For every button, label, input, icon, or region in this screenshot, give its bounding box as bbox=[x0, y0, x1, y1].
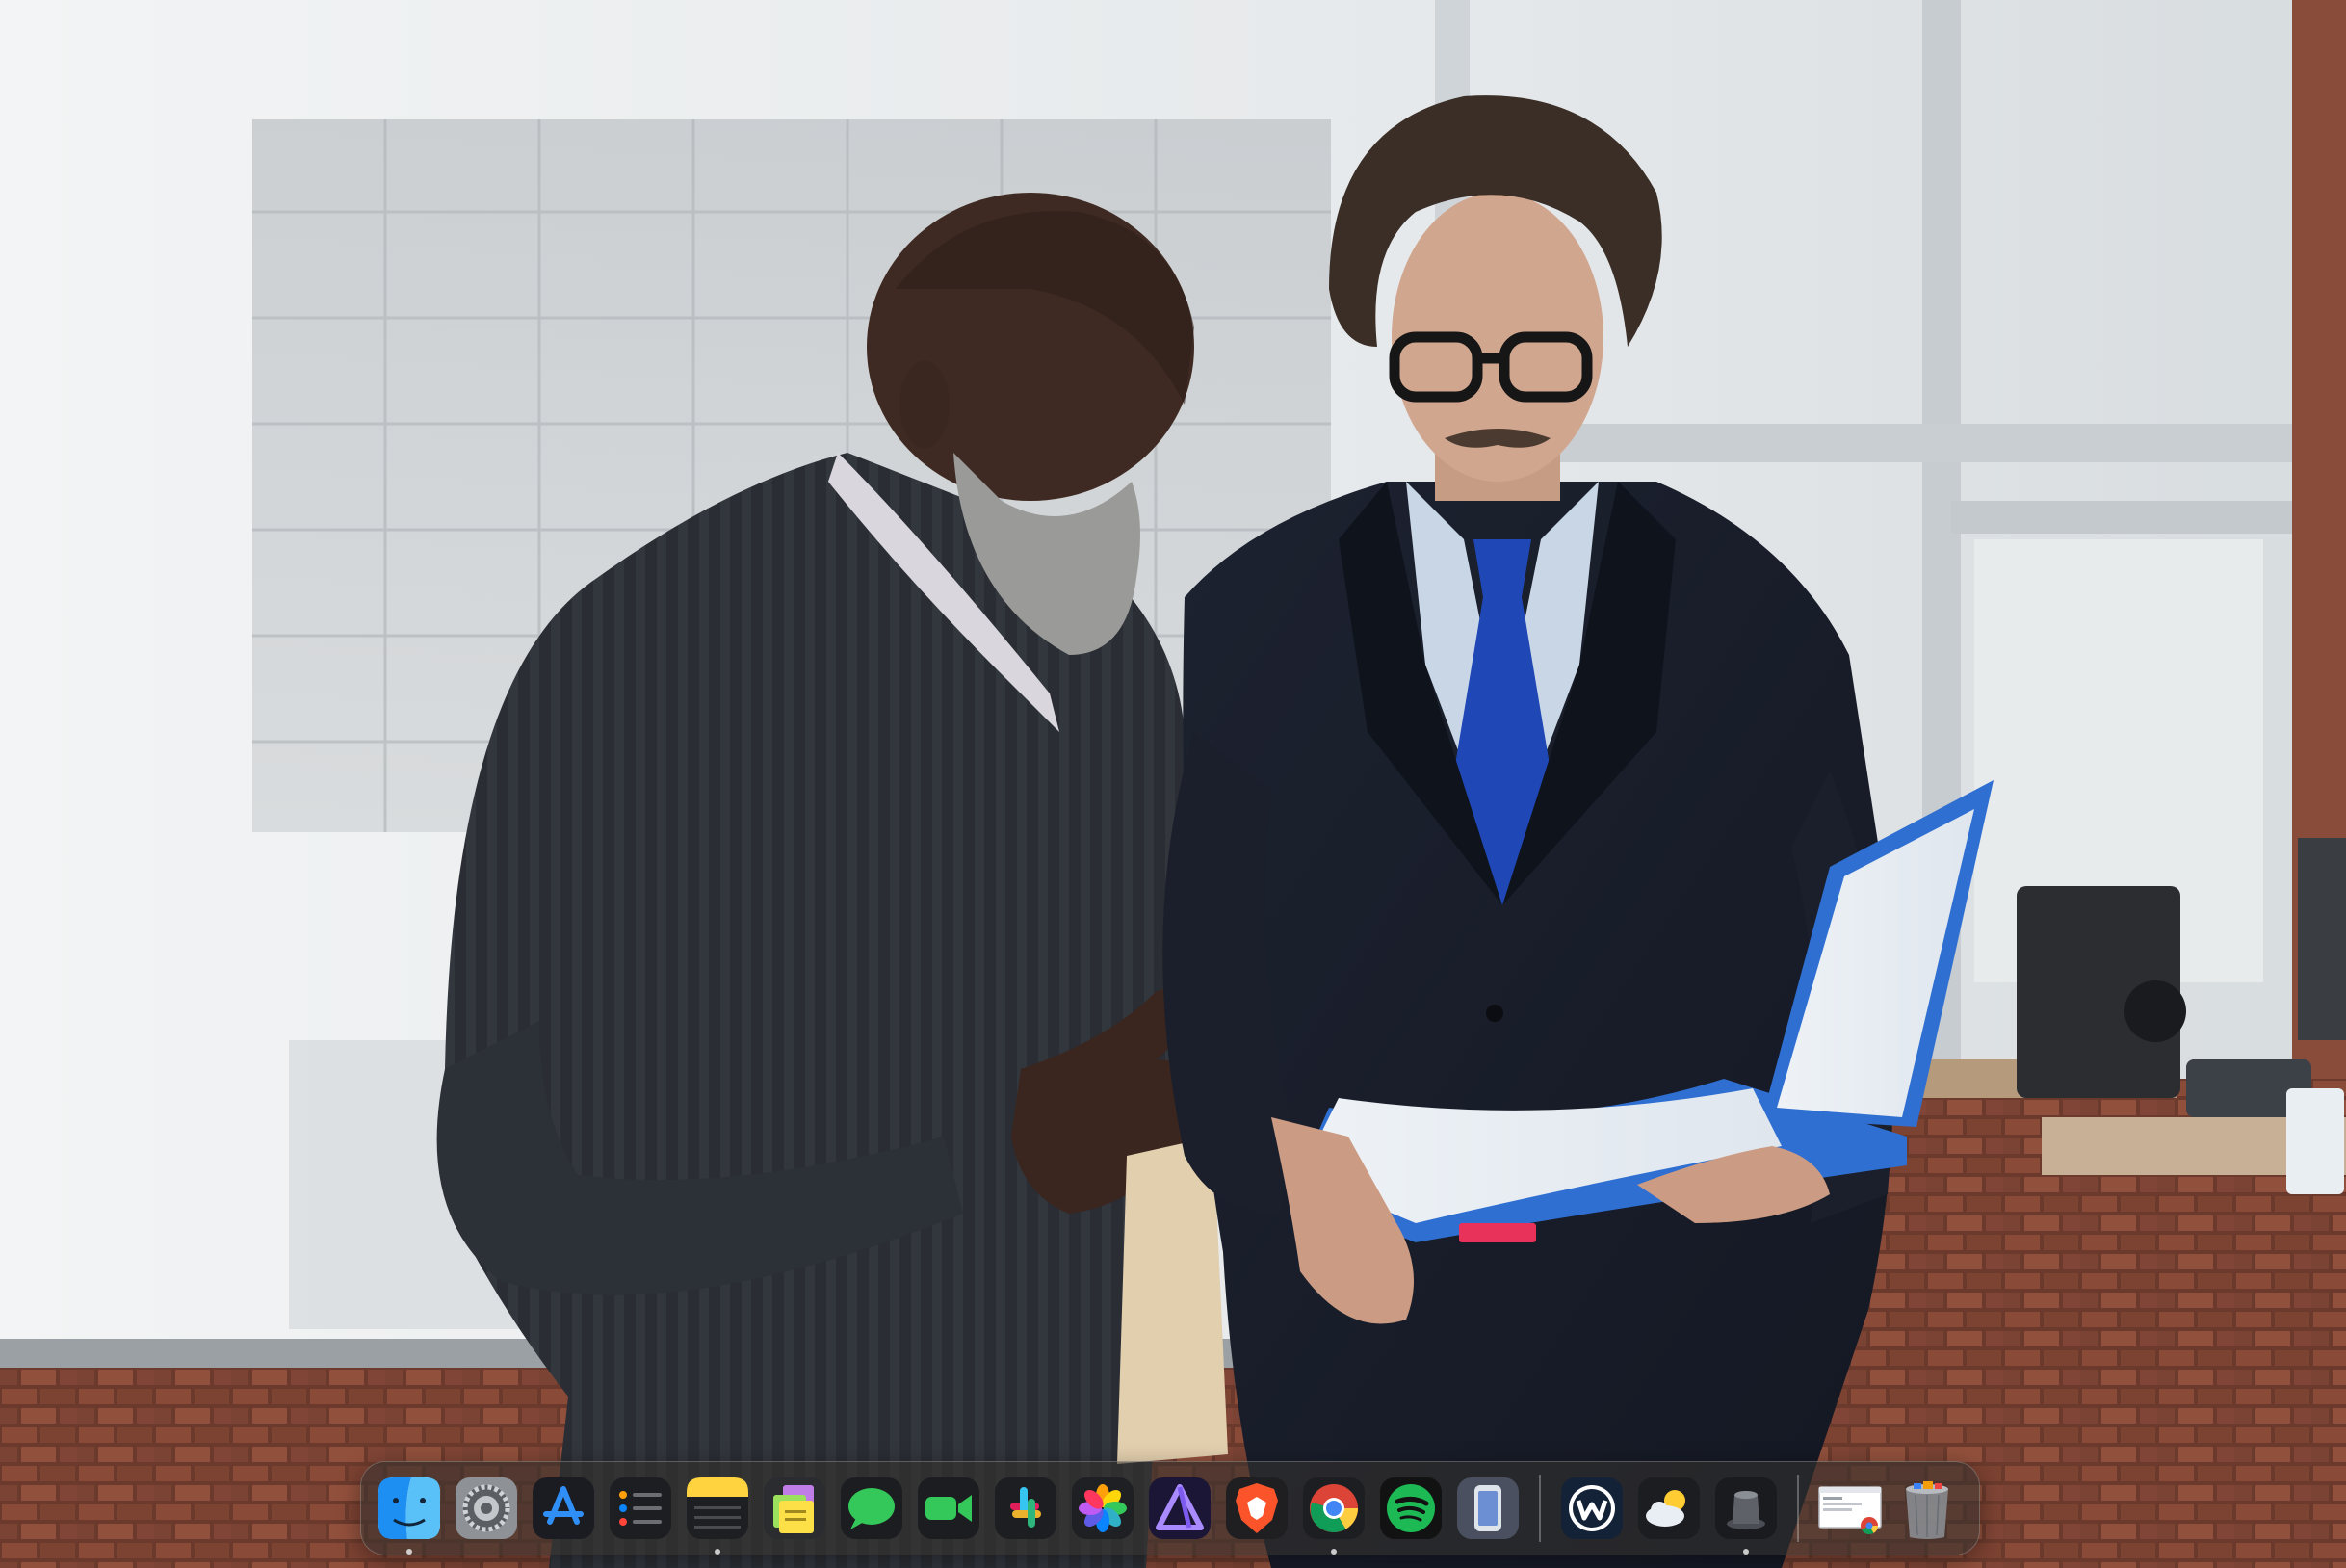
stickies-icon[interactable] bbox=[760, 1474, 829, 1543]
photos-icon[interactable] bbox=[1068, 1474, 1137, 1543]
notes-icon[interactable] bbox=[683, 1474, 752, 1555]
running-indicator bbox=[715, 1549, 720, 1555]
chrome-icon[interactable] bbox=[1299, 1474, 1368, 1555]
dock-separator bbox=[1539, 1475, 1541, 1542]
desktop-wallpaper bbox=[0, 0, 2346, 1568]
running-indicator bbox=[1331, 1549, 1337, 1555]
weather-icon[interactable] bbox=[1634, 1474, 1704, 1543]
finder-app-icon[interactable] bbox=[375, 1474, 444, 1555]
running-indicator bbox=[406, 1549, 412, 1555]
running-indicator bbox=[1743, 1549, 1749, 1555]
system-settings-icon[interactable] bbox=[452, 1474, 521, 1543]
facetime-icon[interactable] bbox=[914, 1474, 983, 1543]
trash-icon[interactable] bbox=[1892, 1474, 1962, 1543]
alfred-hat-icon[interactable] bbox=[1711, 1474, 1781, 1555]
dock bbox=[360, 1461, 1980, 1555]
desktop bbox=[0, 0, 2346, 1568]
brave-browser-icon[interactable] bbox=[1222, 1474, 1291, 1543]
reminders-icon[interactable] bbox=[606, 1474, 675, 1543]
affinity-icon[interactable] bbox=[1145, 1474, 1214, 1543]
spotify-icon[interactable] bbox=[1376, 1474, 1446, 1543]
app-store-icon[interactable] bbox=[529, 1474, 598, 1543]
dock-separator bbox=[1797, 1475, 1799, 1542]
chrome-window-preview[interactable] bbox=[1815, 1474, 1885, 1543]
slack-icon[interactable] bbox=[991, 1474, 1060, 1543]
windscribe-icon[interactable] bbox=[1557, 1474, 1627, 1543]
messages-icon[interactable] bbox=[837, 1474, 906, 1543]
simulator-icon[interactable] bbox=[1453, 1474, 1523, 1543]
